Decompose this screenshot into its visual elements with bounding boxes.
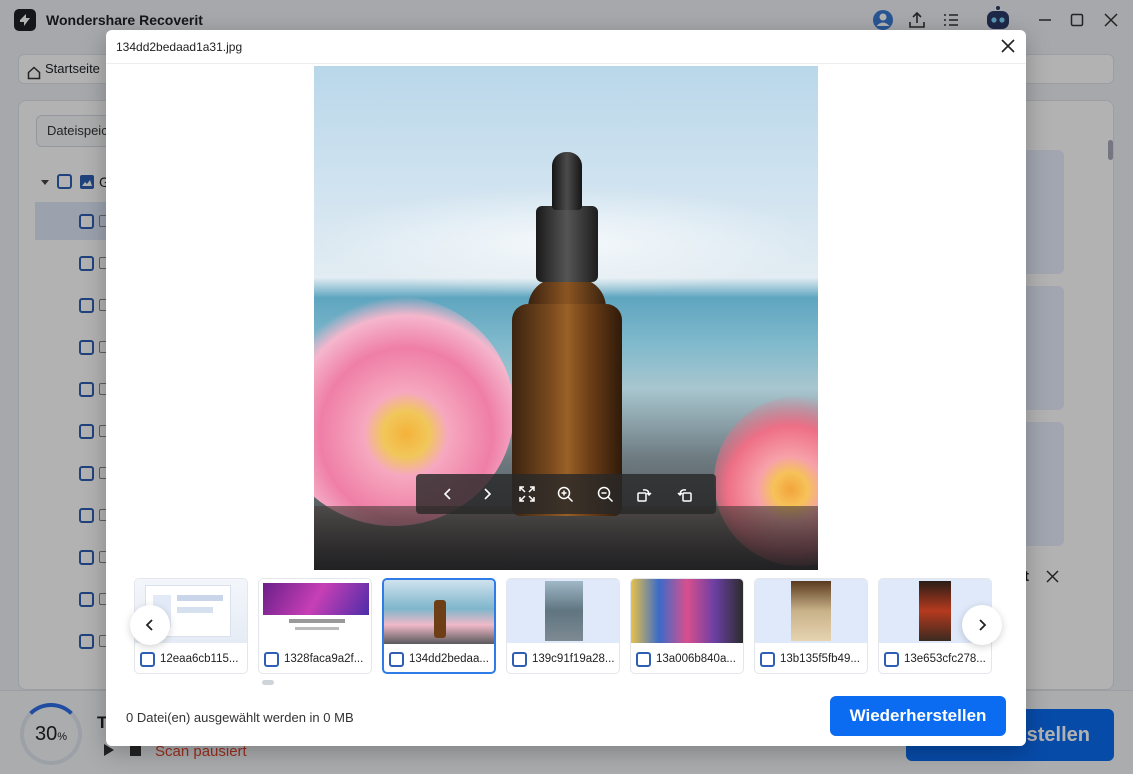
preview-dialog: 134dd2bedaad1a31.jpg 12eaa6cb115... 1328… bbox=[106, 30, 1026, 746]
rotate-left-icon[interactable] bbox=[633, 482, 657, 506]
image-bottle-cap bbox=[536, 206, 598, 282]
chevron-right-icon bbox=[979, 619, 987, 631]
thumbnail-strip: 12eaa6cb115... 1328faca9a2f... 134dd2bed… bbox=[134, 578, 992, 674]
thumbnail-image bbox=[507, 579, 619, 643]
thumbnail-checkbox[interactable] bbox=[389, 652, 404, 667]
prev-icon[interactable] bbox=[436, 482, 460, 506]
thumbnail-name: 13b135f5fb49... bbox=[780, 653, 860, 665]
zoom-in-icon[interactable] bbox=[554, 482, 578, 506]
thumbnail-item[interactable]: 1328faca9a2f... bbox=[258, 578, 372, 674]
thumbnail-item[interactable]: 13b135f5fb49... bbox=[754, 578, 868, 674]
divider bbox=[106, 63, 1026, 64]
thumbnail-next-button[interactable] bbox=[962, 605, 1002, 645]
thumbnail-checkbox[interactable] bbox=[884, 652, 899, 667]
close-icon[interactable] bbox=[998, 36, 1018, 56]
image-toolbar bbox=[416, 474, 716, 514]
thumbnail-item-selected[interactable]: 134dd2bedaa... bbox=[382, 578, 496, 674]
selection-summary: 0 Datei(en) ausgewählt werden in 0 MB bbox=[126, 710, 354, 725]
thumbnail-image bbox=[631, 579, 743, 643]
recover-button[interactable]: Wiederherstellen bbox=[830, 696, 1006, 736]
thumbnail-checkbox[interactable] bbox=[140, 652, 155, 667]
preview-file-name: 134dd2bedaad1a31.jpg bbox=[116, 40, 243, 54]
thumbnail-checkbox[interactable] bbox=[512, 652, 527, 667]
fullscreen-icon[interactable] bbox=[515, 482, 539, 506]
thumbnail-prev-button[interactable] bbox=[130, 605, 170, 645]
chevron-left-icon bbox=[145, 619, 153, 631]
rotate-right-icon[interactable] bbox=[672, 482, 696, 506]
thumbnail-checkbox[interactable] bbox=[264, 652, 279, 667]
thumbnail-name: 13a006b840a... bbox=[656, 653, 736, 665]
zoom-out-icon[interactable] bbox=[593, 482, 617, 506]
thumbnail-image bbox=[755, 579, 867, 643]
thumbnail-item[interactable]: 139c91f19a28... bbox=[506, 578, 620, 674]
thumbnail-name: 12eaa6cb115... bbox=[160, 653, 239, 665]
thumbnail-checkbox[interactable] bbox=[760, 652, 775, 667]
thumbnail-name: 139c91f19a28... bbox=[532, 653, 615, 665]
thumbnail-name: 134dd2bedaa... bbox=[409, 653, 489, 665]
next-icon[interactable] bbox=[475, 482, 499, 506]
image-bottle-dropper bbox=[552, 152, 582, 210]
thumbnail-name: 1328faca9a2f... bbox=[284, 653, 364, 665]
thumbnail-image bbox=[259, 579, 371, 643]
thumbnail-image bbox=[384, 580, 494, 644]
thumbnail-name: 13e653cfc278... bbox=[904, 653, 986, 665]
thumbnail-item[interactable]: 13a006b840a... bbox=[630, 578, 744, 674]
thumbnail-scrollbar[interactable] bbox=[262, 680, 274, 685]
thumbnail-checkbox[interactable] bbox=[636, 652, 651, 667]
